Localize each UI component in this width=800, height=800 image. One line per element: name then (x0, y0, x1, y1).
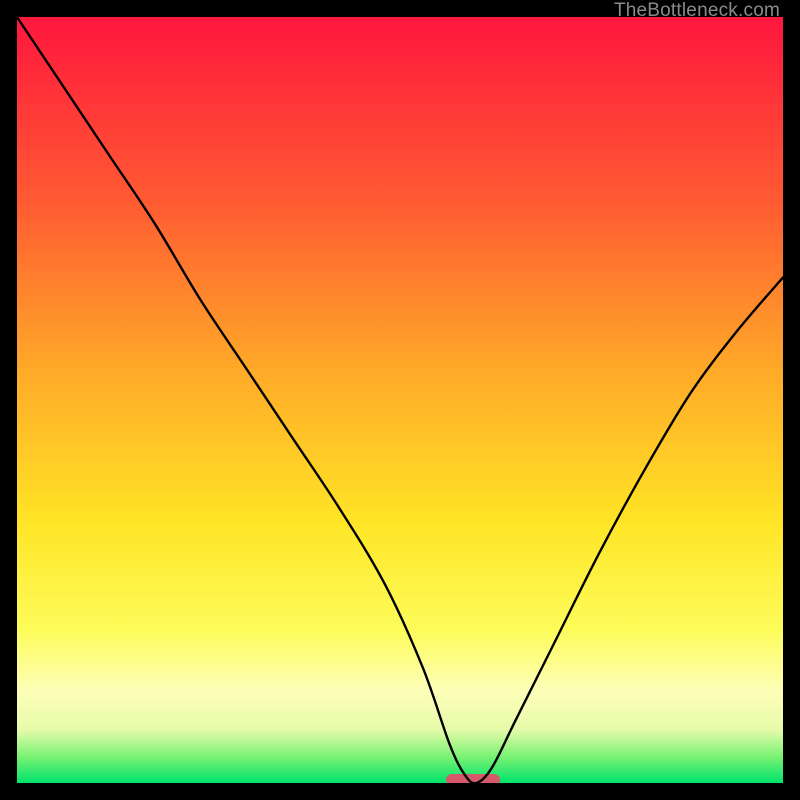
watermark-text: TheBottleneck.com (614, 0, 780, 22)
bottleneck-curve (17, 17, 783, 783)
chart-frame: TheBottleneck.com (0, 0, 800, 800)
plot-area (17, 17, 783, 783)
